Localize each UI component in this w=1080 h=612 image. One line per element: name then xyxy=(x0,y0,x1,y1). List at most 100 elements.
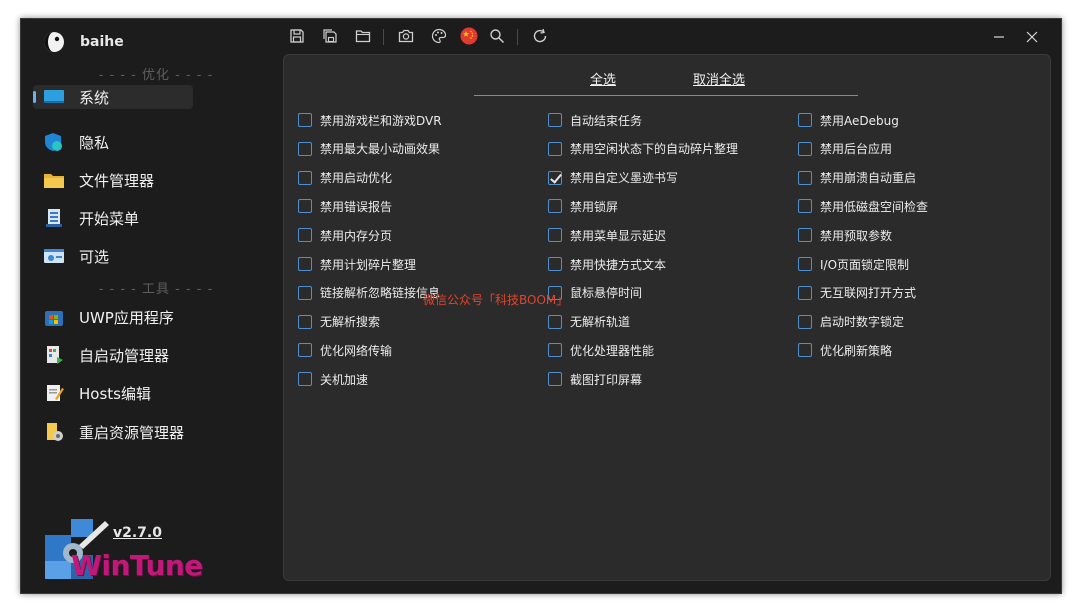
save-all-button[interactable] xyxy=(320,26,340,46)
checkbox[interactable] xyxy=(548,257,562,271)
checkbox[interactable] xyxy=(298,228,312,243)
hosts-edit-icon xyxy=(47,385,64,401)
search-button[interactable] xyxy=(487,26,507,46)
checkbox[interactable] xyxy=(548,314,562,329)
sidebar-item-optional[interactable]: 可选 xyxy=(33,244,193,268)
option-checkbox-row[interactable]: 链接解析忽略链接信息 xyxy=(298,283,440,303)
option-checkbox-row[interactable]: 自动结束任务 xyxy=(548,110,642,130)
option-label: 禁用预取参数 xyxy=(820,228,893,243)
checkbox[interactable] xyxy=(798,228,812,243)
option-label: 优化网络传输 xyxy=(320,343,393,358)
option-checkbox-row[interactable]: 启动时数字锁定 xyxy=(798,312,904,332)
sidebar-item-file-manager[interactable]: 文件管理器 xyxy=(33,168,193,192)
sidebar-item-label: 文件管理器 xyxy=(79,171,155,190)
option-checkbox-row[interactable]: 无互联网打开方式 xyxy=(798,283,916,303)
checkbox[interactable] xyxy=(548,113,562,127)
watermark-text: 微信公众号「科技BOOM」 xyxy=(423,293,569,307)
checkbox[interactable] xyxy=(298,343,312,358)
option-checkbox-row[interactable]: 禁用低磁盘空间检查 xyxy=(798,196,928,216)
option-checkbox-row[interactable]: 优化刷新策略 xyxy=(798,340,892,360)
checkbox[interactable] xyxy=(798,199,812,214)
checkbox[interactable] xyxy=(298,314,312,329)
checkbox[interactable] xyxy=(298,113,312,127)
option-label: 禁用计划碎片整理 xyxy=(320,257,417,272)
select-all-link[interactable]: 全选 xyxy=(590,69,616,88)
option-checkbox-row[interactable]: 禁用快捷方式文本 xyxy=(548,254,666,274)
option-checkbox-row[interactable]: 禁用AeDebug xyxy=(798,110,899,130)
checkbox[interactable] xyxy=(798,113,812,127)
checkbox[interactable] xyxy=(798,314,812,329)
user-profile[interactable]: baihe xyxy=(43,31,124,53)
option-checkbox-row[interactable]: 禁用菜单显示延迟 xyxy=(548,225,666,245)
close-icon xyxy=(1026,31,1038,43)
refresh-button[interactable] xyxy=(530,26,550,46)
checkbox[interactable] xyxy=(298,170,312,185)
checkbox[interactable] xyxy=(298,199,312,214)
sidebar-item-restart-explorer[interactable]: 重启资源管理器 xyxy=(33,420,193,444)
option-checkbox-row[interactable]: 关机加速 xyxy=(298,369,368,389)
option-label: 禁用崩溃自动重启 xyxy=(820,171,917,186)
option-checkbox-row[interactable]: 禁用错误报告 xyxy=(298,196,392,216)
checkbox[interactable] xyxy=(548,372,562,387)
checkbox[interactable] xyxy=(798,170,812,185)
user-name: baihe xyxy=(80,34,124,50)
deselect-all-link[interactable]: 取消全选 xyxy=(693,69,745,88)
option-checkbox-row[interactable]: 禁用空闲状态下的自动碎片整理 xyxy=(548,139,738,159)
screenshot-button[interactable] xyxy=(396,26,416,46)
option-checkbox-row[interactable]: 优化网络传输 xyxy=(298,340,392,360)
option-checkbox-row[interactable]: 禁用崩溃自动重启 xyxy=(798,168,916,188)
option-checkbox-row[interactable]: 禁用自定义墨迹书写 xyxy=(548,168,678,188)
sidebar-item-start-menu[interactable]: 开始菜单 xyxy=(33,206,193,230)
option-label: 优化处理器性能 xyxy=(570,343,655,358)
checkbox[interactable] xyxy=(298,141,312,156)
option-checkbox-row[interactable]: 无解析轨道 xyxy=(548,312,630,332)
checkbox[interactable] xyxy=(548,228,562,243)
option-checkbox-row[interactable]: 禁用启动优化 xyxy=(298,168,392,188)
checkbox[interactable] xyxy=(298,372,312,387)
sidebar-item-uwp-apps[interactable]: UWP应用程序 xyxy=(33,305,193,329)
open-folder-button[interactable] xyxy=(353,26,373,46)
sidebar-item-label: 开始菜单 xyxy=(79,209,140,228)
language-button[interactable] xyxy=(459,26,479,46)
checkbox[interactable] xyxy=(798,343,812,358)
save-button[interactable] xyxy=(287,26,307,46)
save-all-icon xyxy=(323,29,337,43)
sidebar-item-system[interactable]: 系统 xyxy=(33,85,193,109)
option-checkbox-row[interactable]: 禁用游戏栏和游戏DVR xyxy=(298,110,442,130)
checkbox[interactable] xyxy=(798,285,812,300)
option-checkbox-row[interactable]: 禁用计划碎片整理 xyxy=(298,254,416,274)
option-checkbox-row[interactable]: 无解析搜索 xyxy=(298,312,380,332)
start-menu-icon xyxy=(46,209,62,227)
checkbox[interactable] xyxy=(298,257,312,271)
checkbox[interactable] xyxy=(548,199,562,214)
monitor-icon xyxy=(44,90,64,103)
option-checkbox-row[interactable]: 禁用预取参数 xyxy=(798,225,892,245)
checkbox[interactable] xyxy=(548,343,562,358)
option-label: 禁用快捷方式文本 xyxy=(570,257,667,272)
checkbox[interactable] xyxy=(548,141,562,156)
option-checkbox-row[interactable]: 禁用锁屏 xyxy=(548,196,618,216)
option-label: 链接解析忽略链接信息 xyxy=(320,286,441,301)
sidebar-item-startup-manager[interactable]: 自启动管理器 xyxy=(33,343,193,367)
sidebar-item-hosts-edit[interactable]: Hosts编辑 xyxy=(33,381,193,405)
option-checkbox-row[interactable]: 禁用最大最小动画效果 xyxy=(298,139,440,159)
folder-icon xyxy=(44,174,64,188)
option-checkbox-row[interactable]: 优化处理器性能 xyxy=(548,340,654,360)
close-button[interactable] xyxy=(1020,27,1044,47)
option-checkbox-row[interactable]: I/O页面锁定限制 xyxy=(798,254,909,274)
checkbox[interactable] xyxy=(798,141,812,156)
option-label: 禁用启动优化 xyxy=(320,171,393,186)
checkbox-checked[interactable] xyxy=(548,170,562,185)
toolbar-separator xyxy=(383,29,384,45)
option-checkbox-row[interactable]: 截图打印屏幕 xyxy=(548,369,642,389)
option-checkbox-row[interactable]: 禁用内存分页 xyxy=(298,225,392,245)
option-label: 禁用自定义墨迹书写 xyxy=(570,171,679,186)
version-link[interactable]: v2.7.0 xyxy=(113,525,162,541)
minimize-button[interactable] xyxy=(987,27,1011,47)
checkbox[interactable] xyxy=(798,257,812,271)
checkbox[interactable] xyxy=(298,285,312,300)
sidebar-item-privacy[interactable]: 隐私 xyxy=(33,130,193,154)
theme-button[interactable] xyxy=(429,26,449,46)
option-checkbox-row[interactable]: 禁用后台应用 xyxy=(798,139,892,159)
option-label: 启动时数字锁定 xyxy=(820,315,905,330)
